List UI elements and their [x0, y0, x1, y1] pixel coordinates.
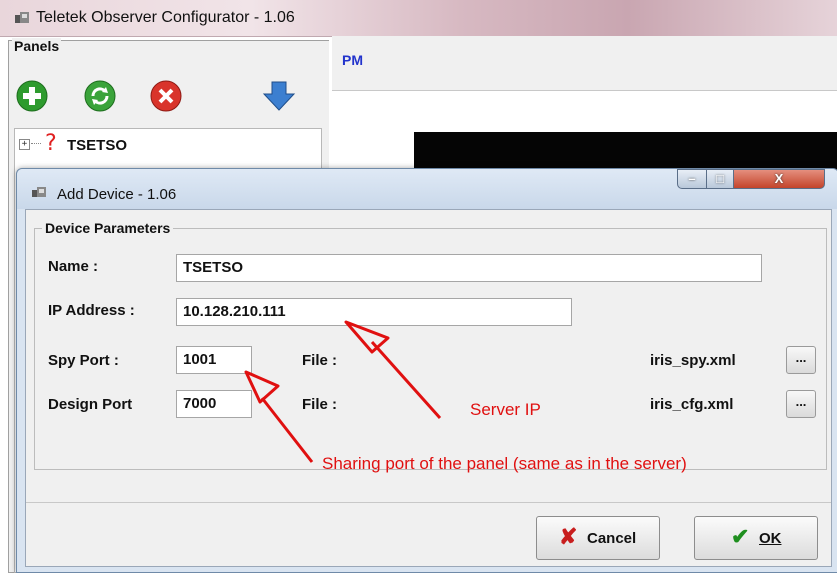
- main-window-title: Teletek Observer Configurator - 1.06: [36, 9, 295, 26]
- name-label: Name :: [48, 258, 99, 275]
- cancel-button[interactable]: ✘ Cancel: [536, 516, 660, 560]
- dialog-title-bar[interactable]: Add Device - 1.06 – □ X: [17, 169, 837, 209]
- ok-label: OK: [759, 530, 782, 547]
- tree-item-label[interactable]: TSETSO: [67, 137, 127, 154]
- app-icon: [32, 187, 46, 197]
- design-port-field[interactable]: 7000: [176, 390, 252, 418]
- dialog-title: Add Device - 1.06: [57, 186, 177, 203]
- panels-legend: Panels: [12, 38, 62, 54]
- pm-label: PM: [342, 52, 363, 68]
- design-file-value: iris_cfg.xml: [650, 396, 734, 413]
- check-icon: ✔: [731, 524, 750, 549]
- name-field[interactable]: TSETSO: [176, 254, 762, 282]
- tree-connector: [31, 143, 41, 144]
- pm-header: PM: [332, 36, 837, 91]
- maximize-icon: □: [716, 171, 724, 186]
- design-port-label: Design Port: [48, 396, 133, 413]
- browse-spy-file-button[interactable]: ...: [786, 346, 816, 374]
- add-device-dialog: Add Device - 1.06 – □ X Device Parameter…: [16, 168, 837, 573]
- cancel-label: Cancel: [587, 530, 637, 547]
- minimize-icon: –: [688, 171, 696, 186]
- button-separator: [26, 502, 831, 503]
- spy-file-label: File :: [302, 352, 338, 369]
- tree-expand-icon[interactable]: +: [19, 139, 30, 150]
- delete-icon: [150, 80, 182, 112]
- refresh-button[interactable]: [84, 80, 116, 112]
- spy-port-label: Spy Port :: [48, 352, 119, 369]
- download-arrow-icon: [262, 81, 296, 111]
- maximize-button[interactable]: □: [706, 169, 734, 189]
- dialog-body: Device Parameters Name : TSETSO IP Addre…: [25, 209, 832, 567]
- cancel-x-icon: ✘: [559, 524, 578, 549]
- spy-file-value: iris_spy.xml: [650, 352, 736, 369]
- device-parameters-legend: Device Parameters: [42, 220, 174, 236]
- add-panel-button[interactable]: [16, 80, 48, 112]
- close-icon: X: [774, 171, 784, 186]
- app-icon: [15, 12, 29, 23]
- close-button[interactable]: X: [733, 169, 825, 189]
- spy-port-field[interactable]: 1001: [176, 346, 252, 374]
- minimize-button[interactable]: –: [677, 169, 707, 189]
- browse-design-file-button[interactable]: ...: [786, 390, 816, 418]
- sharing-port-annotation: Sharing port of the panel (same as in th…: [322, 454, 687, 473]
- add-icon: [16, 80, 48, 112]
- design-file-label: File :: [302, 396, 338, 413]
- server-ip-annotation: Server IP: [470, 400, 541, 419]
- ip-address-label: IP Address :: [48, 302, 135, 319]
- window-controls: – □ X: [677, 169, 827, 191]
- refresh-icon: [84, 80, 116, 112]
- main-title-bar: Teletek Observer Configurator - 1.06: [0, 0, 837, 37]
- unknown-status-icon: ?: [45, 131, 57, 156]
- download-button[interactable]: [262, 80, 296, 112]
- delete-panel-button[interactable]: [150, 80, 182, 112]
- ok-button[interactable]: ✔ OK: [694, 516, 818, 560]
- ip-address-field[interactable]: 10.128.210.111: [176, 298, 572, 326]
